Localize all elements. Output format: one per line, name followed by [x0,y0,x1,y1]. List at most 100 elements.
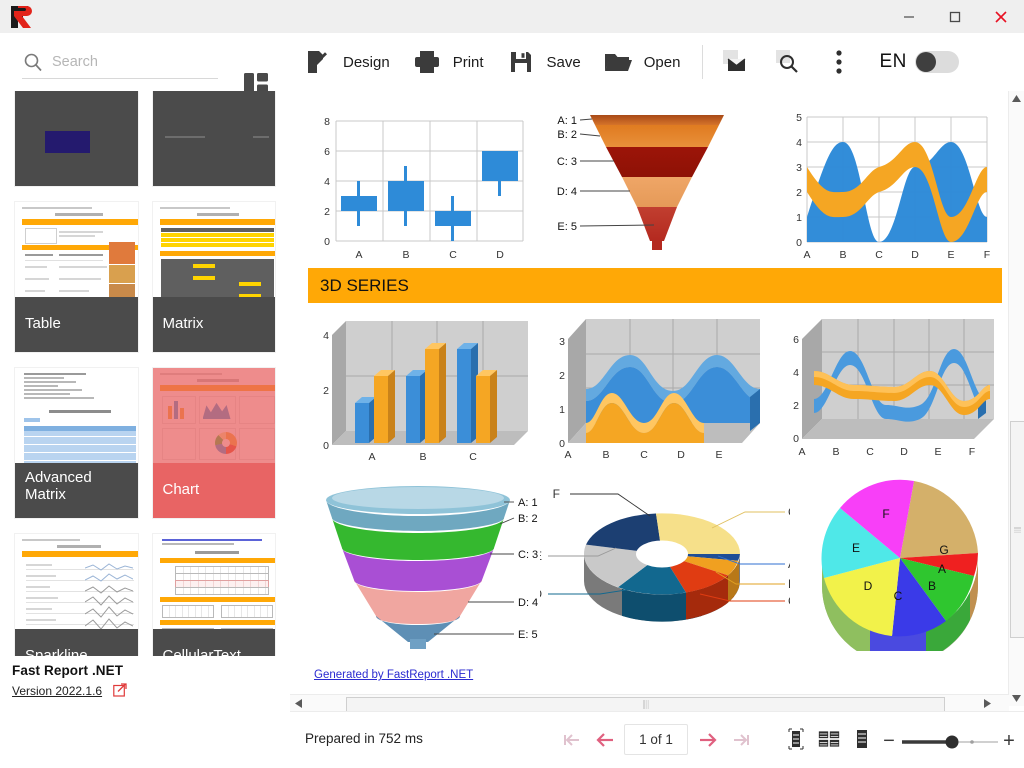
open-label: Open [643,53,681,71]
svg-text:G: G [788,505,790,519]
vertical-scrollbar[interactable] [1008,91,1024,706]
svg-text:3: 3 [796,162,802,174]
minimize-button[interactable] [886,0,932,33]
template-thumbnail-list: Table Matrix Advanced Matrix Chart [0,91,290,712]
svg-text:2: 2 [793,400,799,412]
template-row: Advanced Matrix Chart [0,368,290,534]
vertical-scrollbar-thumb[interactable] [1010,421,1024,638]
sidebar-item-matrix[interactable]: Matrix [152,202,275,352]
report-viewport[interactable]: 86 42 0 AB CD A: 1 B: 2 C: 3 D: 4 E: 5 5… [290,91,1009,706]
svg-text:0: 0 [324,236,330,248]
report-templates-sidebar[interactable]: Table Matrix Advanced Matrix Chart Fast … [0,91,290,712]
svg-text:A: 1: A: 1 [518,497,538,509]
svg-text:D: D [496,249,504,261]
list-item[interactable] [15,91,138,186]
print-button[interactable]: Print [400,33,494,91]
svg-text:C: 3: C: 3 [557,156,577,168]
more-vertical-button[interactable] [818,42,860,82]
search-input[interactable] [50,53,214,71]
svg-text:B: B [402,249,409,261]
page-indicator[interactable]: 1 of 1 [624,724,688,755]
toolbar-main: Design Print Save Open EN [290,33,1024,91]
toolbar-divider [702,45,704,79]
report-band-title: 3D SERIES [308,268,1002,303]
search-box[interactable] [22,46,218,79]
horizontal-scrollbar[interactable] [290,694,1009,712]
svg-text:1: 1 [796,212,802,224]
continuous-view-icon[interactable] [851,727,873,751]
svg-text:B: B [419,451,426,463]
next-page-button[interactable] [691,723,724,756]
sidebar-item-table[interactable]: Table [15,202,138,352]
zoom-in-button[interactable]: + [1000,730,1018,753]
svg-text:3: 3 [559,336,565,348]
svg-text:B: B [928,579,936,593]
svg-text:D: 4: D: 4 [557,186,577,198]
svg-text:C: C [875,249,883,261]
sidebar-item-advanced-matrix[interactable]: Advanced Matrix [15,368,138,518]
svg-text:0: 0 [793,433,799,445]
language-selector[interactable]: EN [879,51,906,73]
zoom-out-button[interactable]: − [880,730,898,753]
svg-text:0: 0 [796,237,802,249]
svg-text:E: E [540,549,542,563]
scroll-down-arrow-icon[interactable] [1009,691,1024,706]
prev-page-button[interactable] [588,723,621,756]
svg-text:D: D [911,249,919,261]
email-button[interactable] [714,42,756,82]
zoom-slider[interactable] [900,733,998,751]
maximize-button[interactable] [932,0,978,33]
save-button[interactable]: Save [494,33,591,91]
search-icon [22,51,44,73]
svg-text:E: E [947,249,954,261]
svg-text:A: A [355,249,362,261]
last-page-button[interactable] [724,723,757,756]
svg-text:2: 2 [796,187,802,199]
svg-text:E: E [852,541,860,555]
view-mode-buttons [785,727,873,751]
first-page-button[interactable] [555,723,588,756]
svg-text:C: C [469,451,477,463]
multi-page-view-icon[interactable] [818,727,840,751]
status-bar: Prepared in 752 ms 1 of 1 − + [290,711,1024,768]
svg-text:E: E [934,446,941,458]
open-button[interactable]: Open [591,33,691,91]
list-item[interactable] [152,91,275,186]
template-caption-text: Advanced Matrix [25,469,92,503]
chart-donut-3d: F G A B C D E [533,476,797,651]
version-link[interactable]: Version 2022.1.6 [12,684,102,698]
chart-area-3d: 32 10 ABC DE [552,313,767,463]
external-link-icon[interactable] [113,683,127,697]
chart-funnel-2d: A: 1 B: 2 C: 3 D: 4 E: 5 [542,101,772,261]
svg-text:1: 1 [559,404,565,416]
svg-text:B: 2: B: 2 [557,129,577,141]
chart-funnel-3d: A: 1 B: 2 C: 3 D: 4 E: 5 [318,476,538,651]
chart-bar-3d: 4 2 0 A B C [318,313,533,463]
chart-spline-3d: 6 4 2 0 A B C D E F [786,313,1001,463]
svg-text:D: D [540,587,542,601]
design-button[interactable]: Design [290,33,400,91]
chart-range-spline-area: 5 4 3 2 1 0 A B C D E F [782,101,1002,261]
window-controls [886,0,1024,33]
single-page-view-icon[interactable] [785,727,807,751]
scroll-up-arrow-icon[interactable] [1009,91,1024,106]
scroll-right-arrow-icon[interactable] [979,695,995,712]
svg-text:B: B [832,446,839,458]
svg-text:4: 4 [324,176,330,188]
preview-search-button[interactable] [766,42,808,82]
close-button[interactable] [978,0,1024,33]
svg-text:F: F [969,446,975,458]
svg-text:C: C [866,446,874,458]
save-label: Save [546,53,581,71]
generated-by-link[interactable]: Generated by FastReport .NET [314,669,473,681]
fastreport-viewer-window: Design Print [0,0,1024,768]
sidebar-item-chart[interactable]: Chart [152,368,275,518]
svg-text:E: E [715,449,722,461]
scroll-left-arrow-icon[interactable] [290,695,306,712]
app-logo-icon [8,3,36,31]
toggle-knob [915,52,936,72]
svg-text:E: 5: E: 5 [518,629,538,641]
theme-toggle-switch[interactable] [914,51,959,73]
horizontal-scrollbar-thumb[interactable] [346,697,945,712]
svg-text:B: B [788,577,790,591]
